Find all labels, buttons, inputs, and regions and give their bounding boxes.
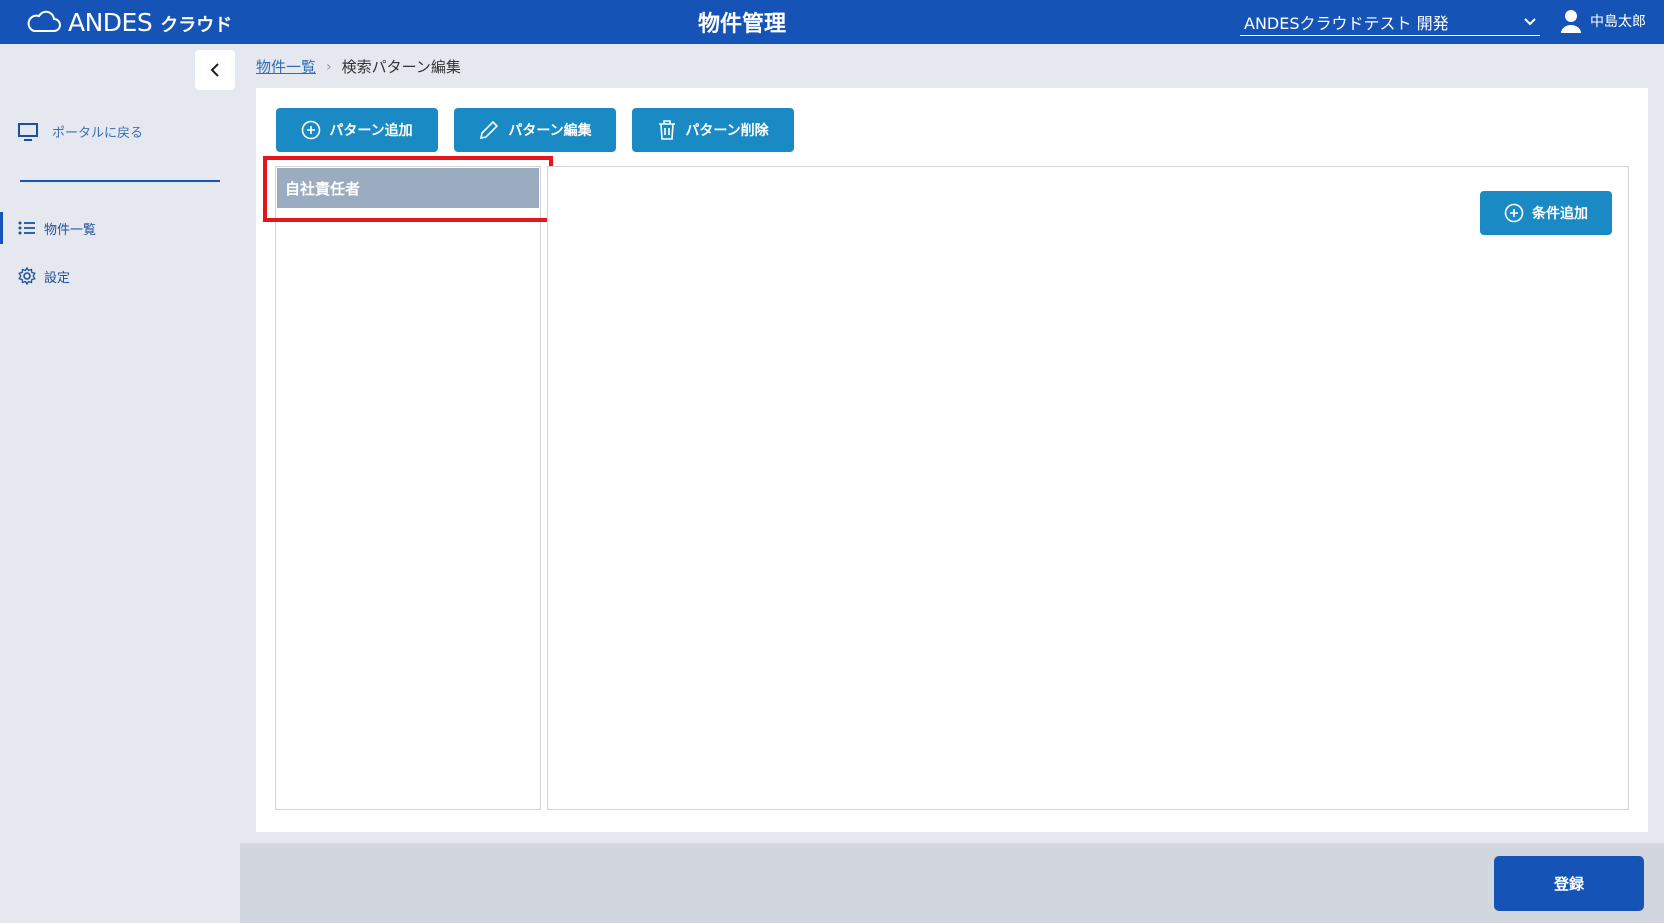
breadcrumb-separator-icon: › (326, 58, 332, 75)
sidebar-item-label: 設定 (44, 270, 71, 286)
user-icon (1560, 9, 1582, 33)
pattern-list: 自社責任者 (275, 166, 541, 810)
pencil-icon (478, 119, 500, 141)
pattern-edit-panel: パターン追加 パターン編集 パターン削除 自社責任者 条件追加 (256, 88, 1648, 832)
back-to-portal-label: ポータルに戻る (52, 126, 144, 141)
add-condition-label: 条件追加 (1532, 206, 1588, 222)
sidebar-divider (20, 180, 220, 182)
edit-pattern-button[interactable]: パターン編集 (454, 108, 616, 152)
add-pattern-button[interactable]: パターン追加 (276, 108, 438, 152)
breadcrumb: 物件一覧 › 検索パターン編集 (256, 56, 461, 77)
monitor-icon (18, 122, 38, 141)
trash-icon (657, 119, 677, 141)
add-condition-button[interactable]: 条件追加 (1480, 191, 1612, 235)
delete-pattern-label: パターン削除 (685, 123, 769, 139)
chevron-left-icon (210, 62, 220, 78)
chevron-down-icon (1524, 17, 1536, 26)
edit-pattern-label: パターン編集 (508, 123, 592, 139)
delete-pattern-button[interactable]: パターン削除 (632, 108, 794, 152)
back-to-portal-link[interactable]: ポータルに戻る (18, 122, 143, 141)
sidebar-item-property-list[interactable]: 物件一覧 (0, 212, 230, 244)
footer-bar: 登録 (240, 843, 1664, 923)
register-button[interactable]: 登録 (1494, 856, 1644, 911)
user-name: 中島太郎 (1590, 14, 1646, 30)
gear-icon (18, 267, 36, 285)
list-icon (18, 220, 36, 236)
plus-circle-icon (301, 120, 321, 140)
condition-pane: 条件追加 (547, 166, 1629, 810)
user-menu[interactable]: 中島太郎 (1560, 9, 1646, 33)
list-item[interactable]: 自社責任者 (277, 168, 539, 208)
app-header: ANDES クラウド 物件管理 ANDESクラウドテスト 開発 中島太郎 (0, 0, 1664, 44)
sidebar-item-settings[interactable]: 設定 (0, 260, 230, 292)
tenant-select-value: ANDESクラウドテスト 開発 (1244, 13, 1449, 33)
plus-circle-icon (1504, 203, 1524, 223)
sidebar: ポータルに戻る 物件一覧 設定 (0, 44, 240, 923)
collapse-sidebar-button[interactable] (195, 50, 235, 90)
add-pattern-label: パターン追加 (329, 123, 413, 139)
breadcrumb-link-property-list[interactable]: 物件一覧 (256, 56, 316, 77)
tenant-select[interactable]: ANDESクラウドテスト 開発 (1240, 8, 1540, 36)
sidebar-item-label: 物件一覧 (44, 222, 97, 238)
breadcrumb-current: 検索パターン編集 (341, 58, 461, 76)
